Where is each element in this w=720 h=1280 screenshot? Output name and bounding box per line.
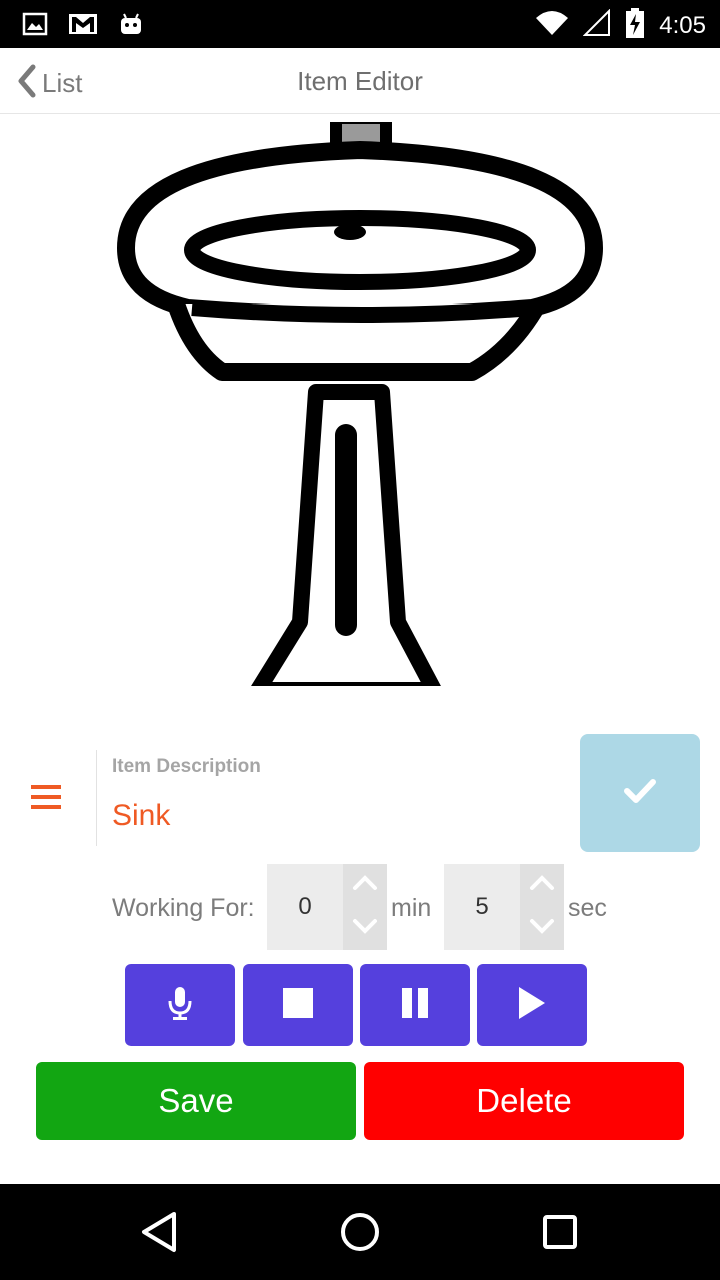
chevron-down-icon — [529, 918, 555, 939]
battery-charging-icon — [625, 8, 645, 43]
stop-button[interactable] — [243, 964, 353, 1046]
navigation-bar: List Item Editor — [0, 48, 720, 114]
confirm-button[interactable] — [580, 734, 700, 852]
hamburger-menu-icon — [28, 785, 64, 820]
seconds-decrement-button[interactable] — [520, 907, 564, 950]
minutes-decrement-button[interactable] — [343, 907, 387, 950]
home-nav-button[interactable] — [336, 1208, 384, 1256]
chevron-down-icon — [352, 918, 378, 939]
square-recents-icon — [536, 1215, 584, 1260]
page-title: Item Editor — [297, 66, 423, 96]
minutes-increment-button[interactable] — [343, 864, 387, 907]
save-button[interactable]: Save — [36, 1062, 356, 1140]
recents-nav-button[interactable] — [536, 1208, 584, 1256]
clock: 4:05 — [659, 11, 706, 39]
item-image[interactable] — [32, 122, 688, 686]
minutes-value[interactable]: 0 — [267, 864, 343, 950]
chevron-up-icon — [352, 875, 378, 896]
circle-home-icon — [336, 1213, 384, 1260]
wifi-icon — [535, 10, 569, 41]
minutes-stepper[interactable]: 0 — [267, 864, 387, 950]
status-bar: 4:05 — [0, 0, 720, 48]
divider — [96, 750, 97, 846]
signal-icon — [582, 8, 611, 42]
seconds-unit: sec — [568, 894, 607, 922]
play-icon — [517, 986, 547, 1024]
item-description-label: Item Description — [112, 756, 261, 777]
seconds-increment-button[interactable] — [520, 864, 564, 907]
stop-icon — [283, 987, 313, 1023]
image-icon — [22, 11, 48, 42]
back-nav-button[interactable] — [136, 1208, 184, 1256]
working-for-label: Working For: — [112, 894, 255, 922]
menu-button[interactable] — [28, 780, 64, 816]
android-icon — [118, 10, 144, 43]
sink-drawing — [116, 122, 604, 686]
play-button[interactable] — [477, 964, 587, 1046]
checkmark-icon — [624, 778, 656, 809]
microphone-icon — [166, 985, 194, 1026]
seconds-stepper[interactable]: 5 — [444, 864, 564, 950]
minutes-stepper-arrows — [343, 864, 387, 950]
seconds-value[interactable]: 5 — [444, 864, 520, 950]
system-navigation-bar — [0, 1184, 720, 1280]
pause-icon — [400, 987, 430, 1023]
minutes-unit: min — [391, 894, 432, 922]
item-description-input[interactable] — [112, 794, 552, 838]
gmail-icon — [68, 12, 98, 41]
record-button[interactable] — [125, 964, 235, 1046]
seconds-stepper-arrows — [520, 864, 564, 950]
pause-button[interactable] — [360, 964, 470, 1046]
delete-button[interactable]: Delete — [364, 1062, 684, 1140]
chevron-up-icon — [529, 875, 555, 896]
triangle-back-icon — [136, 1212, 184, 1260]
